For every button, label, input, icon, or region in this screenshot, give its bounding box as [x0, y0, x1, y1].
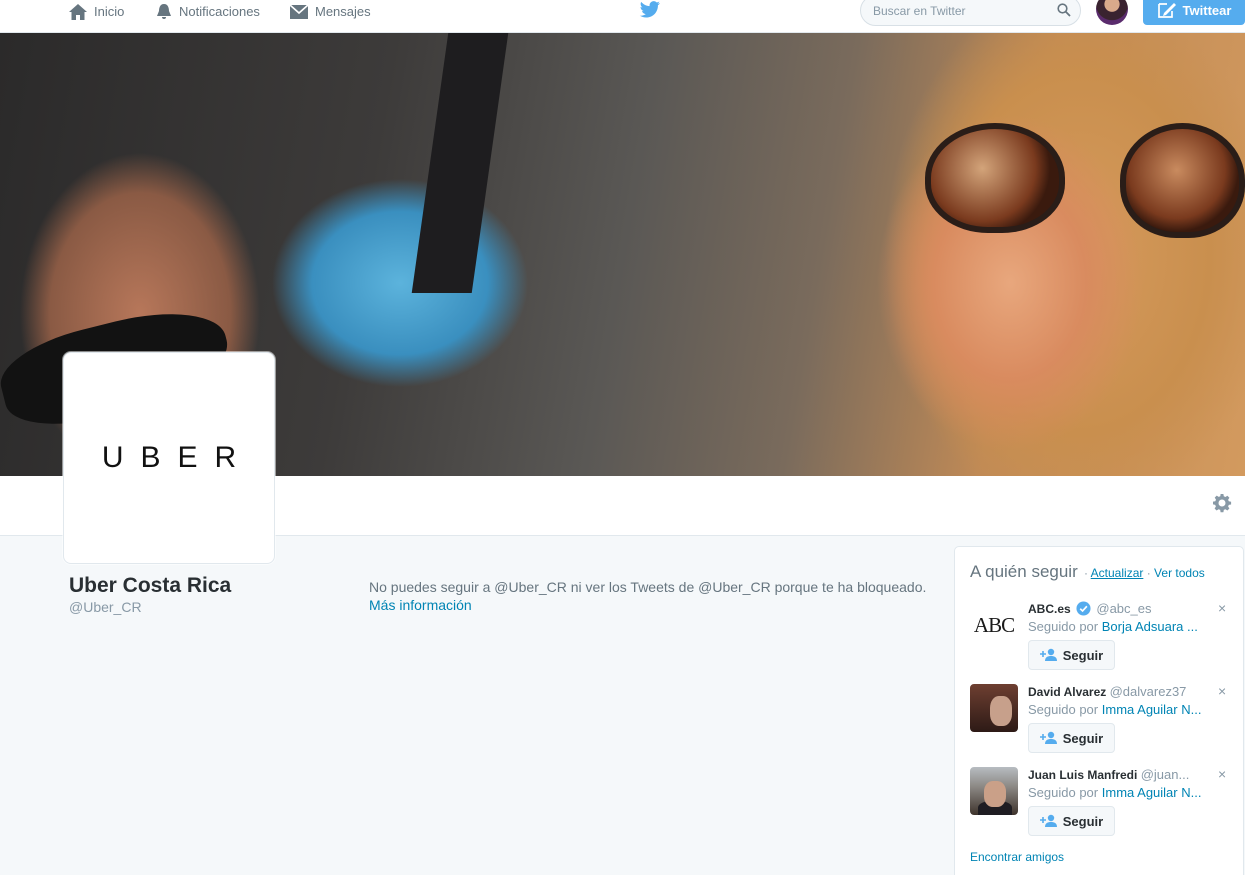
- refresh-link[interactable]: Actualizar: [1091, 566, 1144, 580]
- user-name-line[interactable]: ABC.es @abc_es: [1028, 601, 1152, 616]
- followed-by-prefix: Seguido por: [1028, 785, 1099, 800]
- follow-button[interactable]: Seguir: [1028, 723, 1115, 753]
- followed-by-prefix: Seguido por: [1028, 702, 1099, 717]
- followed-by-line: Seguido por Imma Aguilar N...: [1028, 785, 1208, 800]
- view-all-link[interactable]: Ver todos: [1154, 566, 1205, 580]
- user-avatar[interactable]: [970, 684, 1018, 732]
- follow-button-label: Seguir: [1062, 730, 1104, 746]
- profile-name[interactable]: Uber Costa Rica: [69, 574, 231, 598]
- user-handle: @abc_es: [1096, 601, 1152, 616]
- user-name: David Alvarez: [1028, 685, 1107, 699]
- compose-icon: [1157, 3, 1176, 18]
- follow-button[interactable]: Seguir: [1028, 640, 1115, 670]
- search-icon[interactable]: [1057, 3, 1071, 17]
- nav-messages-link[interactable]: Mensajes: [289, 0, 371, 23]
- nav-messages-label: Mensajes: [315, 4, 371, 19]
- user-avatar[interactable]: [970, 767, 1018, 815]
- profile-avatar[interactable]: UBER: [63, 352, 275, 564]
- follow-button-label: Seguir: [1062, 647, 1104, 663]
- nav-notifications-link[interactable]: Notificaciones: [155, 0, 260, 23]
- tweet-button[interactable]: Twittear: [1143, 0, 1245, 25]
- gear-icon[interactable]: [1212, 493, 1232, 513]
- abc-logo: ABC: [973, 612, 1015, 637]
- nav-home-link[interactable]: Inicio: [68, 0, 124, 23]
- followed-by-line: Seguido por Borja Adsuara ...: [1028, 619, 1208, 634]
- verified-badge-icon: [1076, 601, 1091, 616]
- blocked-message: No puedes seguir a @Uber_CR ni ver los T…: [369, 579, 927, 595]
- follow-button-label: Seguir: [1062, 813, 1104, 829]
- nav-notifications-label: Notificaciones: [179, 4, 260, 19]
- top-navigation-bar: Inicio Notificaciones Mensajes Twittear: [0, 0, 1245, 33]
- separator: ·: [1084, 566, 1088, 580]
- user-name: ABC.es: [1028, 602, 1071, 616]
- followed-by-name[interactable]: Imma Aguilar N...: [1102, 785, 1202, 800]
- user-avatar-menu[interactable]: [1096, 0, 1128, 25]
- follow-button[interactable]: Seguir: [1028, 806, 1115, 836]
- more-info-link[interactable]: Más información: [369, 597, 472, 613]
- twitter-bird-icon[interactable]: [639, 1, 661, 19]
- suggested-user: ABC ABC.es @abc_es Seguido por Borja Ads…: [970, 601, 1230, 681]
- add-user-icon: [1039, 648, 1057, 661]
- home-icon: [69, 3, 87, 20]
- dismiss-close-icon[interactable]: ×: [1218, 684, 1226, 698]
- user-handle: @juan...: [1140, 767, 1190, 782]
- search-input[interactable]: [873, 2, 1053, 20]
- bell-icon: [157, 3, 171, 19]
- followed-by-line: Seguido por Imma Aguilar N...: [1028, 702, 1208, 717]
- who-to-follow-actions: · Actualizar · Ver todos: [1084, 566, 1205, 580]
- add-user-icon: [1039, 814, 1057, 827]
- profile-handle[interactable]: @Uber_CR: [69, 599, 142, 615]
- user-name-line[interactable]: David Alvarez @dalvarez37: [1028, 684, 1186, 699]
- separator: ·: [1146, 566, 1151, 580]
- suggested-user: Juan Luis Manfredi @juan... Seguido por …: [970, 767, 1230, 847]
- suggested-user: David Alvarez @dalvarez37 Seguido por Im…: [970, 684, 1230, 764]
- user-handle: @dalvarez37: [1109, 684, 1187, 699]
- tweet-button-label: Twittear: [1182, 2, 1232, 18]
- followed-by-name[interactable]: Imma Aguilar N...: [1102, 702, 1202, 717]
- who-to-follow-title: A quién seguir: [970, 562, 1078, 581]
- followed-by-name[interactable]: Borja Adsuara ...: [1102, 619, 1198, 634]
- dismiss-close-icon[interactable]: ×: [1218, 767, 1226, 781]
- find-friends-link[interactable]: Encontrar amigos: [970, 850, 1064, 864]
- user-name-line[interactable]: Juan Luis Manfredi @juan...: [1028, 767, 1189, 782]
- user-avatar[interactable]: ABC: [970, 601, 1018, 649]
- dismiss-close-icon[interactable]: ×: [1218, 601, 1226, 615]
- nav-home-label: Inicio: [94, 4, 125, 19]
- user-name: Juan Luis Manfredi: [1028, 768, 1138, 782]
- followed-by-prefix: Seguido por: [1028, 619, 1099, 634]
- add-user-icon: [1039, 731, 1057, 744]
- uber-logo: UBER: [101, 441, 254, 474]
- who-to-follow-panel: A quién seguir · Actualizar · Ver todos …: [954, 546, 1244, 875]
- search-box: [860, 0, 1081, 26]
- envelope-icon: [289, 3, 309, 19]
